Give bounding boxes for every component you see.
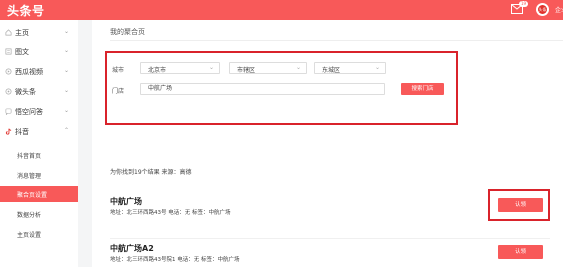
sidebar-subitem-analytics[interactable]: 数据分析 [0, 206, 78, 222]
sidebar-subitem-home-settings[interactable]: 主页设置 [0, 226, 78, 242]
sidebar-subitem-label: 消息管理 [17, 173, 42, 180]
chevron-down-icon: ⌄ [374, 64, 380, 71]
video-icon [5, 68, 12, 75]
main-panel: 我的聚合页 城市 北京市 ⌄ 市辖区 ⌄ 东城区 ⌄ 门店 中航广场 搜索门店 … [92, 20, 563, 267]
district-select[interactable]: 市辖区 ⌄ [229, 62, 307, 74]
micro-icon [5, 88, 12, 95]
divider [110, 40, 563, 41]
chevron-down-icon: ⌄ [64, 87, 70, 94]
user-name[interactable]: 企业 [555, 5, 563, 14]
sidebar-subitem-label: 聚合页设置 [17, 192, 48, 199]
sidebar: 主页 ⌄ 图文 ⌄ 西瓜视频 ⌄ 微头条 ⌄ 悟空问答 ⌄ 抖音 ⌃ 抖音首页 … [0, 20, 78, 267]
sidebar-item-label: 西瓜视频 [15, 68, 43, 76]
result-title: 中航广场 [110, 197, 142, 206]
search-store-button[interactable]: 搜索门店 [401, 83, 444, 95]
sidebar-item-label: 抖音 [15, 128, 29, 136]
sidebar-item-micro[interactable]: 微头条 ⌄ [0, 84, 78, 100]
sidebar-subitem-messages[interactable]: 消息管理 [0, 167, 78, 183]
sidebar-subitem-aggregate-settings[interactable]: 聚合页设置 [0, 186, 78, 202]
chevron-down-icon: ⌄ [64, 47, 70, 54]
chevron-down-icon: ⌄ [64, 28, 70, 35]
sidebar-item-home[interactable]: 主页 ⌄ [0, 25, 78, 41]
result-summary: 为你找到19个结果 来源：高德 [110, 169, 192, 176]
claim-highlight [488, 189, 550, 221]
sidebar-item-douyin[interactable]: 抖音 ⌃ [0, 124, 78, 140]
chevron-down-icon: ⌄ [64, 67, 70, 74]
city-select[interactable]: 北京市 ⌄ [140, 62, 220, 74]
sidebar-item-label: 主页 [15, 29, 29, 37]
top-header: 头条号 19 头条 企业 [0, 0, 563, 20]
claim-button[interactable]: 认领 [498, 245, 543, 259]
qa-icon [5, 108, 12, 115]
sidebar-subitem-label: 数据分析 [17, 212, 42, 219]
result-meta: 地址：北三环西路43号院1 电话：无 标签：中航广场 [110, 257, 240, 263]
store-input[interactable]: 中航广场 [140, 83, 385, 95]
result-meta: 地址：北三环西路43号 电话：无 标签：中航广场 [110, 210, 231, 216]
district-select-value: 市辖区 [237, 67, 256, 74]
sidebar-item-label: 图文 [15, 48, 29, 56]
store-label: 门店 [112, 88, 125, 95]
sidebar-item-qa[interactable]: 悟空问答 ⌄ [0, 104, 78, 120]
avatar[interactable]: 头条 [536, 3, 549, 16]
sidebar-subitem-douyin-home[interactable]: 抖音首页 [0, 147, 78, 163]
sidebar-item-video[interactable]: 西瓜视频 ⌄ [0, 64, 78, 80]
area-select-value: 东城区 [322, 67, 341, 74]
page-title: 我的聚合页 [110, 28, 145, 36]
home-icon [5, 29, 12, 36]
chevron-down-icon: ⌄ [295, 64, 301, 71]
message-badge: 19 [519, 1, 529, 7]
chevron-down-icon: ⌄ [64, 107, 70, 114]
chevron-up-icon: ⌃ [64, 127, 70, 134]
article-icon [5, 48, 12, 55]
avatar-label: 头条 [538, 5, 547, 14]
area-select[interactable]: 东城区 ⌄ [314, 62, 386, 74]
result-title: 中航广场A2 [110, 244, 154, 253]
douyin-icon [5, 128, 12, 135]
sidebar-subitem-label: 抖音首页 [17, 153, 42, 160]
sidebar-item-label: 悟空问答 [15, 108, 43, 116]
divider [110, 238, 550, 239]
chevron-down-icon: ⌄ [208, 64, 214, 71]
sidebar-item-label: 微头条 [15, 88, 36, 96]
city-select-value: 北京市 [148, 67, 167, 74]
logo[interactable]: 头条号 [7, 2, 45, 19]
sidebar-item-article[interactable]: 图文 ⌄ [0, 44, 78, 60]
city-label: 城市 [112, 67, 125, 74]
sidebar-subitem-label: 主页设置 [17, 232, 42, 239]
